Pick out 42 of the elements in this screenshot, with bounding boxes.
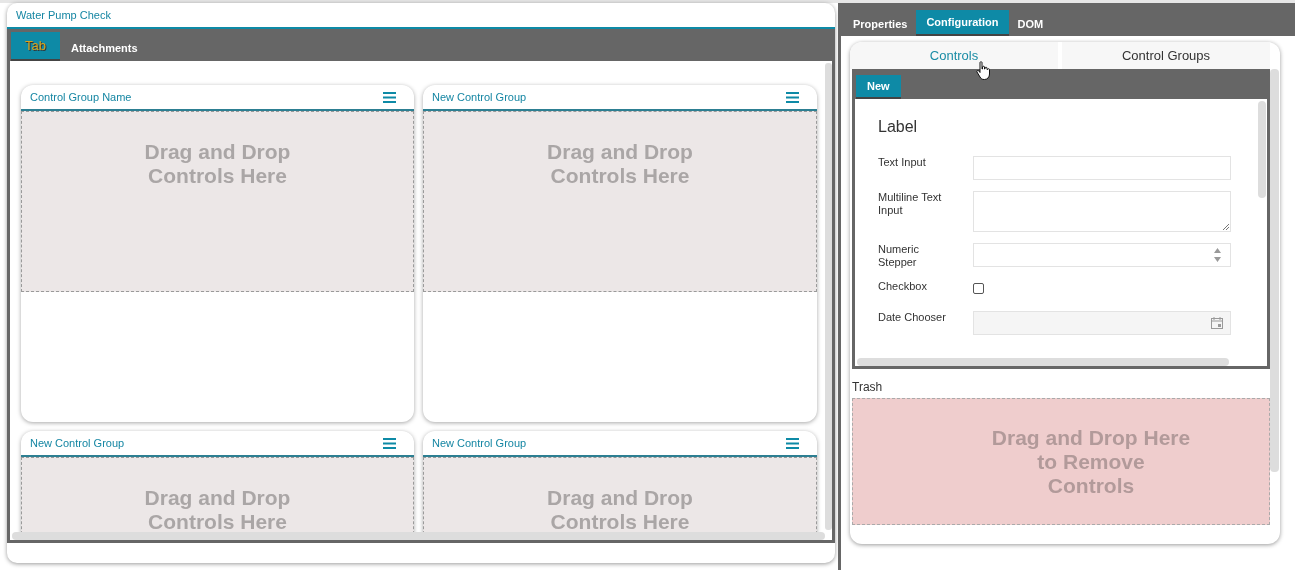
menu-icon[interactable] [786,437,799,449]
control-label: Numeric Stepper [878,243,920,269]
multiline-text-field[interactable] [973,191,1231,232]
form-title: Water Pump Check [16,9,111,21]
calendar-icon[interactable] [1211,317,1223,329]
drop-hint: Drag and Drop Controls Here [144,486,291,532]
drop-hint: Drag and Drop Controls Here [547,140,693,188]
tab[interactable]: DOM [1008,12,1053,36]
control-label: Date Chooser [878,311,947,324]
vertical-scrollbar[interactable] [1258,101,1266,198]
group-title: Control Group Name [30,91,132,103]
trash-label: Trash [852,380,883,394]
control-label: Text Input [878,156,927,169]
numeric-stepper-field[interactable] [973,243,1231,267]
drop-hint: Drag and Drop Controls Here [144,140,291,188]
tab[interactable]: Properties [844,12,917,36]
group-title: New Control Group [30,437,125,449]
text-input-field[interactable] [973,156,1231,180]
drop-hint: Drag and Drop Controls Here [547,486,693,532]
menu-icon[interactable] [383,91,396,103]
tab[interactable]: Controls [850,42,1058,69]
tab[interactable]: New [856,75,901,99]
menu-icon[interactable] [383,437,396,449]
control-label: Multiline Text Input [878,191,943,217]
date-field[interactable] [973,311,1231,335]
group-title: New Control Group [432,91,527,103]
menu-icon[interactable] [786,91,799,103]
resize-handle-icon[interactable] [1222,223,1229,230]
vertical-scrollbar[interactable] [825,63,832,530]
group-title: New Control Group [432,437,527,449]
stepper-arrows-icon[interactable] [1214,248,1221,262]
vertical-scrollbar[interactable] [1270,69,1279,472]
hand-cursor-icon [976,61,992,81]
control-label: Checkbox [878,280,928,293]
section-heading: Label [878,118,919,136]
tab[interactable]: Control Groups [1062,42,1270,69]
horizontal-scrollbar[interactable] [12,532,825,540]
horizontal-scrollbar[interactable] [857,358,1229,366]
tab[interactable]: Configuration [916,10,1009,36]
checkbox[interactable] [973,283,984,294]
tab[interactable]: Attachments [59,34,149,61]
drop-hint: Drag and Drop Here to Remove Controls [991,426,1191,498]
